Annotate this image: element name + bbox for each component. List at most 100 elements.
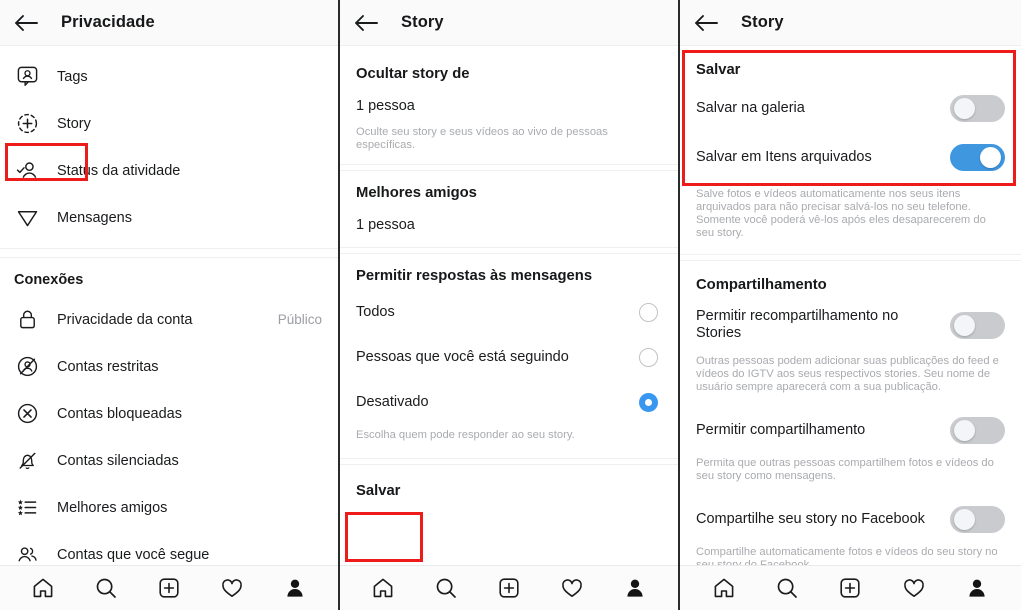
toggle-permitir-compartilhamento[interactable]: [950, 417, 1005, 444]
story-plus-icon: [14, 111, 40, 137]
list-item-label: Contas bloqueadas: [57, 405, 182, 422]
screen-privacidade: Privacidade Tags Story Status da ativida…: [0, 0, 340, 610]
add-post-icon[interactable]: [835, 573, 865, 603]
privacy-list: Tags Story Status da atividade Mensagens…: [0, 46, 338, 565]
list-item-label: Privacidade da conta: [57, 311, 193, 328]
list-item-contas-bloqueadas[interactable]: Contas bloqueadas: [0, 390, 338, 437]
list-item-label: Status da atividade: [57, 162, 181, 179]
toggle-label: Permitir compartilhamento: [696, 422, 866, 438]
list-item-label: Contas silenciadas: [57, 452, 179, 469]
list-item-status-atividade[interactable]: Status da atividade: [0, 147, 338, 194]
section-title-melhores-amigos: Melhores amigos: [356, 185, 477, 201]
annotation-box-salvar: [345, 512, 423, 562]
radio-option-todos[interactable]: Todos: [340, 290, 678, 335]
three-phone-screenshots: Privacidade Tags Story Status da ativida…: [0, 0, 1021, 610]
lock-icon: [14, 307, 40, 333]
back-arrow-icon[interactable]: [693, 12, 719, 34]
list-item-privacidade-da-conta[interactable]: Privacidade da conta Público: [0, 296, 338, 343]
list-item-label: Story: [57, 115, 91, 132]
radio-option-label: Todos: [356, 304, 395, 320]
profile-icon[interactable]: [620, 573, 650, 603]
toggle-label: Salvar na galeria: [696, 100, 805, 116]
page-title: Privacidade: [61, 13, 155, 31]
toggle-permitir-recompartilhamento[interactable]: [950, 311, 1005, 339]
search-icon[interactable]: [772, 573, 802, 603]
section-title-salvar: Salvar: [356, 483, 401, 499]
activity-status-icon: [14, 158, 40, 184]
bottom-navigation-bar: [340, 565, 678, 610]
replies-helper: Escolha quem pode responder ao seu story…: [356, 429, 575, 441]
section-divider: [340, 164, 678, 171]
appbar-story-2: Story: [680, 0, 1021, 46]
heart-icon[interactable]: [557, 573, 587, 603]
hide-story-value[interactable]: 1 pessoa: [340, 88, 678, 126]
list-item-contas-silenciadas[interactable]: Contas silenciadas: [0, 437, 338, 484]
blocked-account-icon: [14, 401, 40, 427]
paper-plane-icon: [14, 205, 40, 231]
page-title: Story: [401, 13, 444, 31]
section-divider: [340, 247, 678, 254]
hide-story-helper: Oculte seu story e seus vídeos ao vivo d…: [356, 126, 608, 151]
heart-icon[interactable]: [217, 573, 247, 603]
home-icon[interactable]: [709, 573, 739, 603]
back-arrow-icon[interactable]: [13, 12, 39, 34]
list-item-melhores-amigos[interactable]: Melhores amigos: [0, 484, 338, 531]
sharing-helper-0: Outras pessoas podem adicionar suas publ…: [696, 355, 999, 393]
section-divider: [0, 248, 338, 258]
back-arrow-icon[interactable]: [353, 12, 379, 34]
toggle-row-salvar-na-galeria[interactable]: Salvar na galeria: [680, 84, 1021, 133]
list-item-mensagens[interactable]: Mensagens: [0, 194, 338, 241]
profile-icon[interactable]: [280, 573, 310, 603]
sharing-helper-2: Compartilhe automaticamente fotos e víde…: [696, 546, 998, 565]
list-item-label: Contas restritas: [57, 358, 159, 375]
list-item-tags[interactable]: Tags: [0, 53, 338, 100]
radio-button[interactable]: [639, 348, 658, 367]
toggle-salvar-na-galeria[interactable]: [950, 95, 1005, 122]
story-settings-list-2: Salvar Salvar na galeria Salvar em Itens…: [680, 46, 1021, 565]
close-friends-value[interactable]: 1 pessoa: [340, 207, 678, 247]
toggle-row-salvar-em-itens-arquivados[interactable]: Salvar em Itens arquivados: [680, 133, 1021, 182]
toggle-knob: [954, 509, 975, 530]
radio-option-desativado[interactable]: Desativado: [340, 380, 678, 425]
toggle-row-permitir-recompartilhamento[interactable]: Permitir recompartilhamento no Stories: [680, 297, 1021, 353]
list-item-story[interactable]: Story: [0, 100, 338, 147]
tags-icon: [14, 64, 40, 90]
save-helper: Salve fotos e vídeos automaticamente nos…: [696, 188, 986, 239]
add-post-icon[interactable]: [494, 573, 524, 603]
page-title: Story: [741, 13, 784, 31]
toggle-compartilhe-no-facebook[interactable]: [950, 506, 1005, 533]
radio-option-pessoas-que-voce-esta-seguindo[interactable]: Pessoas que você está seguindo: [340, 335, 678, 380]
appbar-privacidade: Privacidade: [0, 0, 338, 46]
toggle-label: Compartilhe seu story no Facebook: [696, 511, 925, 527]
home-icon[interactable]: [368, 573, 398, 603]
bottom-navigation-bar: [0, 565, 338, 610]
section-title-salvar: Salvar: [696, 62, 741, 78]
section-divider: [680, 254, 1021, 261]
heart-icon[interactable]: [899, 573, 929, 603]
list-item-label: Mensagens: [57, 209, 132, 226]
list-item-contas-restritas[interactable]: Contas restritas: [0, 343, 338, 390]
radio-button[interactable]: [639, 303, 658, 322]
list-item-contas-que-voce-segue[interactable]: Contas que você segue: [0, 531, 338, 565]
home-icon[interactable]: [28, 573, 58, 603]
add-post-icon[interactable]: [154, 573, 184, 603]
people-icon: [14, 542, 40, 566]
toggle-label: Permitir recompartilhamento no Stories: [696, 308, 899, 341]
toggle-row-compartilhe-no-facebook[interactable]: Compartilhe seu story no Facebook: [680, 495, 1021, 544]
radio-option-label: Desativado: [356, 394, 429, 410]
restricted-account-icon: [14, 354, 40, 380]
list-item-label: Contas que você segue: [57, 546, 210, 563]
toggle-knob: [954, 420, 975, 441]
bottom-navigation-bar: [680, 565, 1021, 610]
toggle-row-permitir-compartilhamento[interactable]: Permitir compartilhamento: [680, 406, 1021, 455]
profile-icon[interactable]: [962, 573, 992, 603]
screen-story-part1: Story Ocultar story de 1 pessoa Oculte s…: [340, 0, 680, 610]
toggle-knob: [980, 147, 1001, 168]
search-icon[interactable]: [91, 573, 121, 603]
group-title-conexoes: Conexões: [14, 272, 84, 288]
search-icon[interactable]: [431, 573, 461, 603]
radio-button-selected[interactable]: [639, 393, 658, 412]
toggle-salvar-em-itens-arquivados[interactable]: [950, 144, 1005, 171]
story-settings-list-1: Ocultar story de 1 pessoa Oculte seu sto…: [340, 46, 678, 565]
section-title-compartilhamento: Compartilhamento: [696, 277, 827, 293]
